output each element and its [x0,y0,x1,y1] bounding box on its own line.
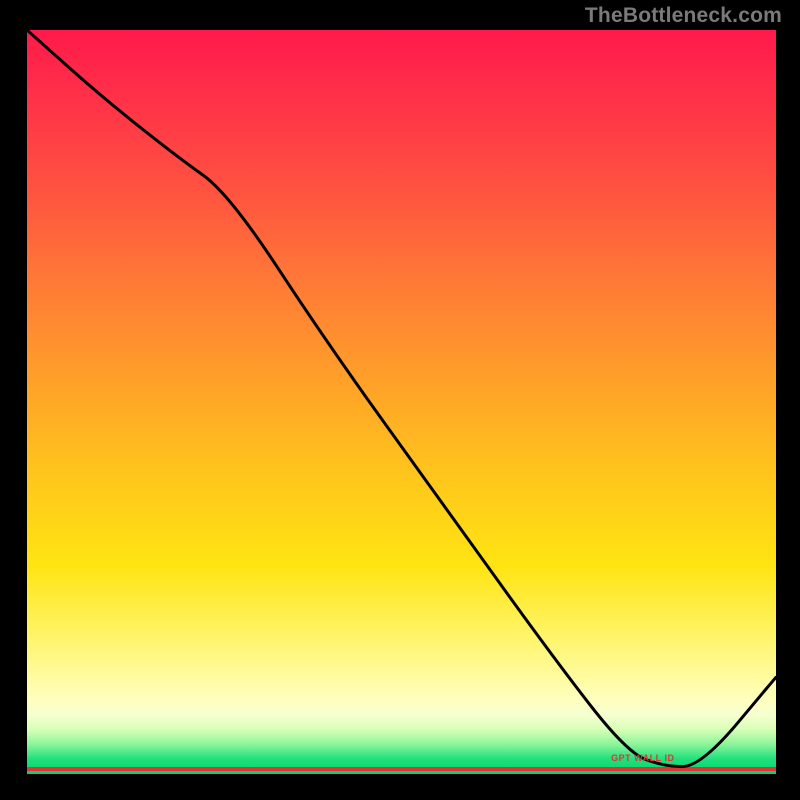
line-curve [27,30,776,774]
series-label: GPT WALL ID [611,753,674,763]
watermark-text: TheBottleneck.com [585,4,782,28]
chart-container: TheBottleneck.com GPT WALL ID [0,0,800,800]
